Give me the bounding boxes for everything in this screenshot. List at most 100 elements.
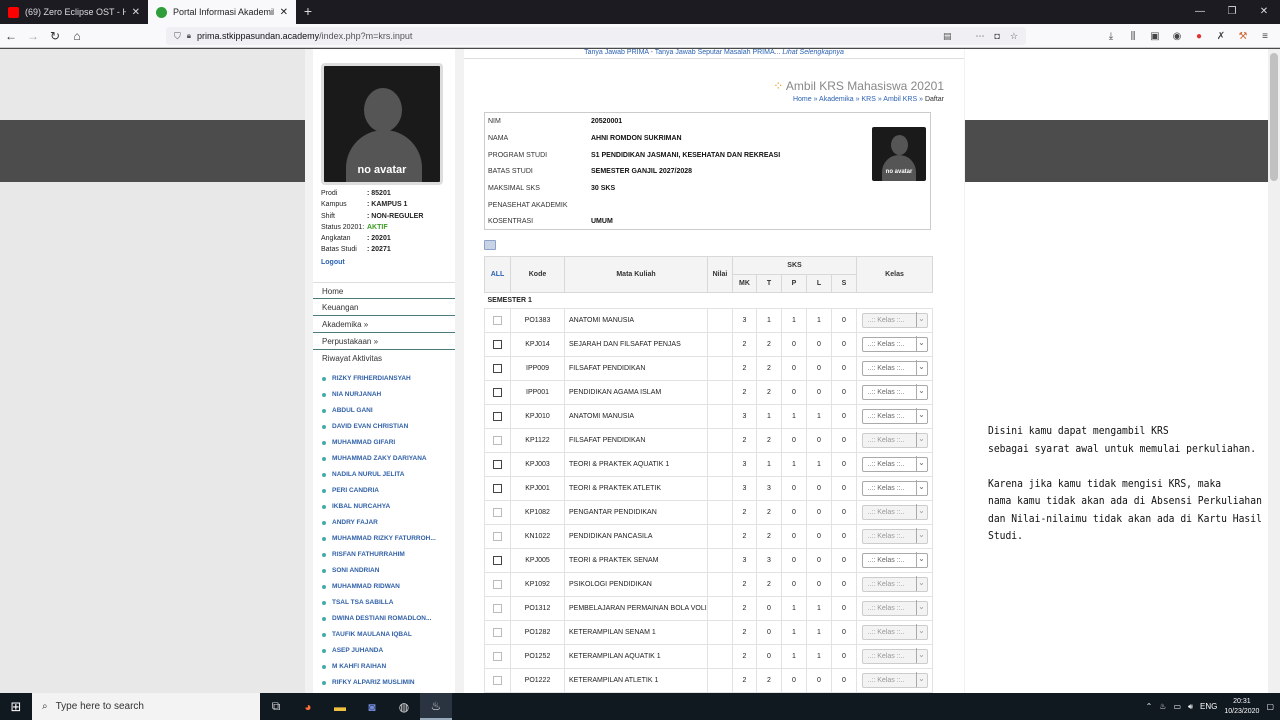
activity-item[interactable]: RIZKY FRIHERDIANSYAH: [313, 371, 455, 387]
kelas-select[interactable]: ..:: Kelas ::..: [861, 384, 928, 400]
sks-t: 0: [756, 596, 782, 621]
sidebar-item-riwayat[interactable]: Riwayat Aktivitas: [313, 350, 455, 367]
activity-item[interactable]: IKBAL NURCAHYA: [313, 499, 455, 515]
activity-item[interactable]: M KAHFI RAIHAN: [313, 659, 455, 675]
course-checkbox[interactable]: [493, 340, 502, 349]
taskbar-search[interactable]: ⌕ Type here to search: [32, 693, 260, 720]
menu-icon[interactable]: ≡: [1256, 31, 1274, 42]
library-icon[interactable]: ⫼: [1124, 31, 1142, 42]
course-checkbox[interactable]: [493, 412, 502, 421]
activity-item[interactable]: TSAL TSA SABILLA: [313, 595, 455, 611]
breadcrumb-akademika[interactable]: Akademika: [819, 96, 854, 103]
sidebar-item-perpustakaan[interactable]: Perpustakaan »: [313, 333, 455, 350]
kelas-select[interactable]: ..:: Kelas ::..: [861, 360, 928, 376]
activity-item[interactable]: TAUFIK MAULANA IQBAL: [313, 627, 455, 643]
tab-youtube[interactable]: (69) Zero Eclipse OST - Hiro ✕: [0, 0, 148, 24]
minimize-icon[interactable]: —: [1184, 0, 1216, 24]
course-checkbox[interactable]: [493, 484, 502, 493]
url-bar[interactable]: ⛉ 🔒︎ prima.stkippasundan.academy/index.p…: [166, 27, 1026, 45]
scrollbar-thumb[interactable]: [1270, 53, 1278, 181]
tray-steam-icon[interactable]: ♨: [1159, 702, 1166, 711]
volume-icon[interactable]: 🔊︎: [1188, 702, 1193, 712]
new-tab-button[interactable]: +: [296, 0, 320, 24]
print-icon[interactable]: [484, 240, 496, 250]
activity-item[interactable]: MUHAMMAD RIZKY FATURROH...: [313, 531, 455, 547]
course-checkbox[interactable]: [493, 388, 502, 397]
kelas-select[interactable]: ..:: Kelas ::..: [861, 336, 928, 352]
activity-item[interactable]: NIA NURJANAH: [313, 387, 455, 403]
activity-item[interactable]: MUHAMMAD GIFARI: [313, 435, 455, 451]
kelas-select: ..:: Kelas ::..: [861, 432, 928, 448]
shield-icon[interactable]: ⛉: [174, 31, 181, 42]
pocket-icon[interactable]: ◘: [994, 31, 999, 42]
activity-item[interactable]: MUHAMMAD ZAKY DARIYANA: [313, 451, 455, 467]
tray-chevron-icon[interactable]: ⌃: [1146, 702, 1153, 711]
extension-x-icon[interactable]: ✗: [1212, 31, 1230, 42]
activity-item[interactable]: NADILA NURUL JELITA: [313, 467, 455, 483]
lock-icon[interactable]: 🔒︎: [187, 31, 191, 41]
home-icon[interactable]: ⌂: [66, 29, 88, 43]
activity-item[interactable]: ABDUL GANI: [313, 403, 455, 419]
reload-icon[interactable]: ↻: [44, 29, 66, 43]
sks-s: 0: [830, 380, 858, 405]
extension-red-icon[interactable]: ●: [1190, 31, 1208, 42]
language-indicator[interactable]: ENG: [1200, 702, 1217, 711]
clock[interactable]: 20:31 10/23/2020: [1224, 697, 1259, 717]
steam-icon[interactable]: ♨: [420, 693, 452, 720]
discord-icon[interactable]: ◙: [356, 693, 388, 720]
sidebar-icon[interactable]: ▣: [1146, 31, 1164, 42]
firefox-icon[interactable]: ◕: [292, 693, 324, 720]
reader-view-icon[interactable]: ▤: [943, 31, 952, 42]
network-icon[interactable]: ▭: [1173, 702, 1181, 711]
scrollbar[interactable]: [1268, 49, 1280, 693]
bookmark-star-icon[interactable]: ☆: [1010, 31, 1018, 42]
downloads-icon[interactable]: ⤓: [1102, 31, 1120, 42]
sidebar-item-home[interactable]: Home: [313, 282, 455, 299]
extension-tool-icon[interactable]: ⚒: [1234, 31, 1252, 42]
account-icon[interactable]: ◉: [1168, 31, 1186, 42]
logout-link[interactable]: Logout: [321, 257, 455, 268]
activity-item[interactable]: ANDRY FAJAR: [313, 515, 455, 531]
breadcrumb-krs[interactable]: KRS: [861, 96, 875, 103]
course-checkbox[interactable]: [493, 364, 502, 373]
windows-start-icon[interactable]: ⊞: [0, 699, 32, 715]
close-icon[interactable]: ✕: [132, 7, 140, 18]
breadcrumb-ambil-krs[interactable]: Ambil KRS: [883, 96, 917, 103]
activity-item[interactable]: ASEP JUHANDA: [313, 643, 455, 659]
file-explorer-icon[interactable]: ▬: [324, 693, 356, 720]
tab-portal[interactable]: Portal Informasi Akademik :: ✕: [148, 0, 296, 24]
select-all-header[interactable]: ALL: [484, 256, 511, 293]
back-icon[interactable]: ←: [0, 29, 22, 43]
kelas-select[interactable]: ..:: Kelas ::..: [861, 456, 928, 472]
page-actions-icon[interactable]: ⋯: [975, 31, 984, 42]
course-code: PO1383: [510, 308, 565, 333]
notification-icon[interactable]: ▢: [1266, 702, 1274, 711]
kelas-select[interactable]: ..:: Kelas ::..: [861, 480, 928, 496]
course-name: KETERAMPILAN ATLETIK 1: [564, 668, 708, 693]
sks-t: 1: [756, 404, 782, 429]
announcement-text[interactable]: Tanya Jawab PRIMA - Tanya Jawab Seputar …: [584, 49, 780, 56]
activity-item[interactable]: PERI CANDRIA: [313, 483, 455, 499]
activity-item[interactable]: DWINA DESTIANI ROMADLON...: [313, 611, 455, 627]
close-window-icon[interactable]: ✕: [1248, 0, 1280, 24]
maximize-icon[interactable]: ❐: [1216, 0, 1248, 24]
activity-item[interactable]: RIFKY ALPARIZ MUSLIMIN: [313, 675, 455, 691]
course-checkbox: [493, 604, 502, 613]
activity-item[interactable]: SONI ANDRIAN: [313, 563, 455, 579]
obs-icon[interactable]: ◍: [388, 693, 420, 720]
task-view-icon[interactable]: ⧉: [260, 693, 292, 720]
sidebar-item-akademika[interactable]: Akademika »: [313, 316, 455, 333]
kelas-select[interactable]: ..:: Kelas ::..: [861, 552, 928, 568]
activity-item[interactable]: MUHAMMAD RIDWAN: [313, 579, 455, 595]
activity-item[interactable]: RISFAN FATHURRAHIM: [313, 547, 455, 563]
course-checkbox[interactable]: [493, 460, 502, 469]
course-checkbox[interactable]: [493, 556, 502, 565]
info-value: : KAMPUS 1: [367, 201, 408, 209]
close-icon[interactable]: ✕: [280, 7, 288, 18]
sidebar-item-keuangan[interactable]: Keuangan: [313, 299, 455, 316]
forward-icon[interactable]: →: [22, 29, 44, 43]
announcement-link[interactable]: Lihat Selengkapnya: [782, 49, 844, 56]
activity-item[interactable]: DAVID EVAN CHRISTIAN: [313, 419, 455, 435]
breadcrumb-home[interactable]: Home: [793, 96, 812, 103]
kelas-select[interactable]: ..:: Kelas ::..: [861, 408, 928, 424]
